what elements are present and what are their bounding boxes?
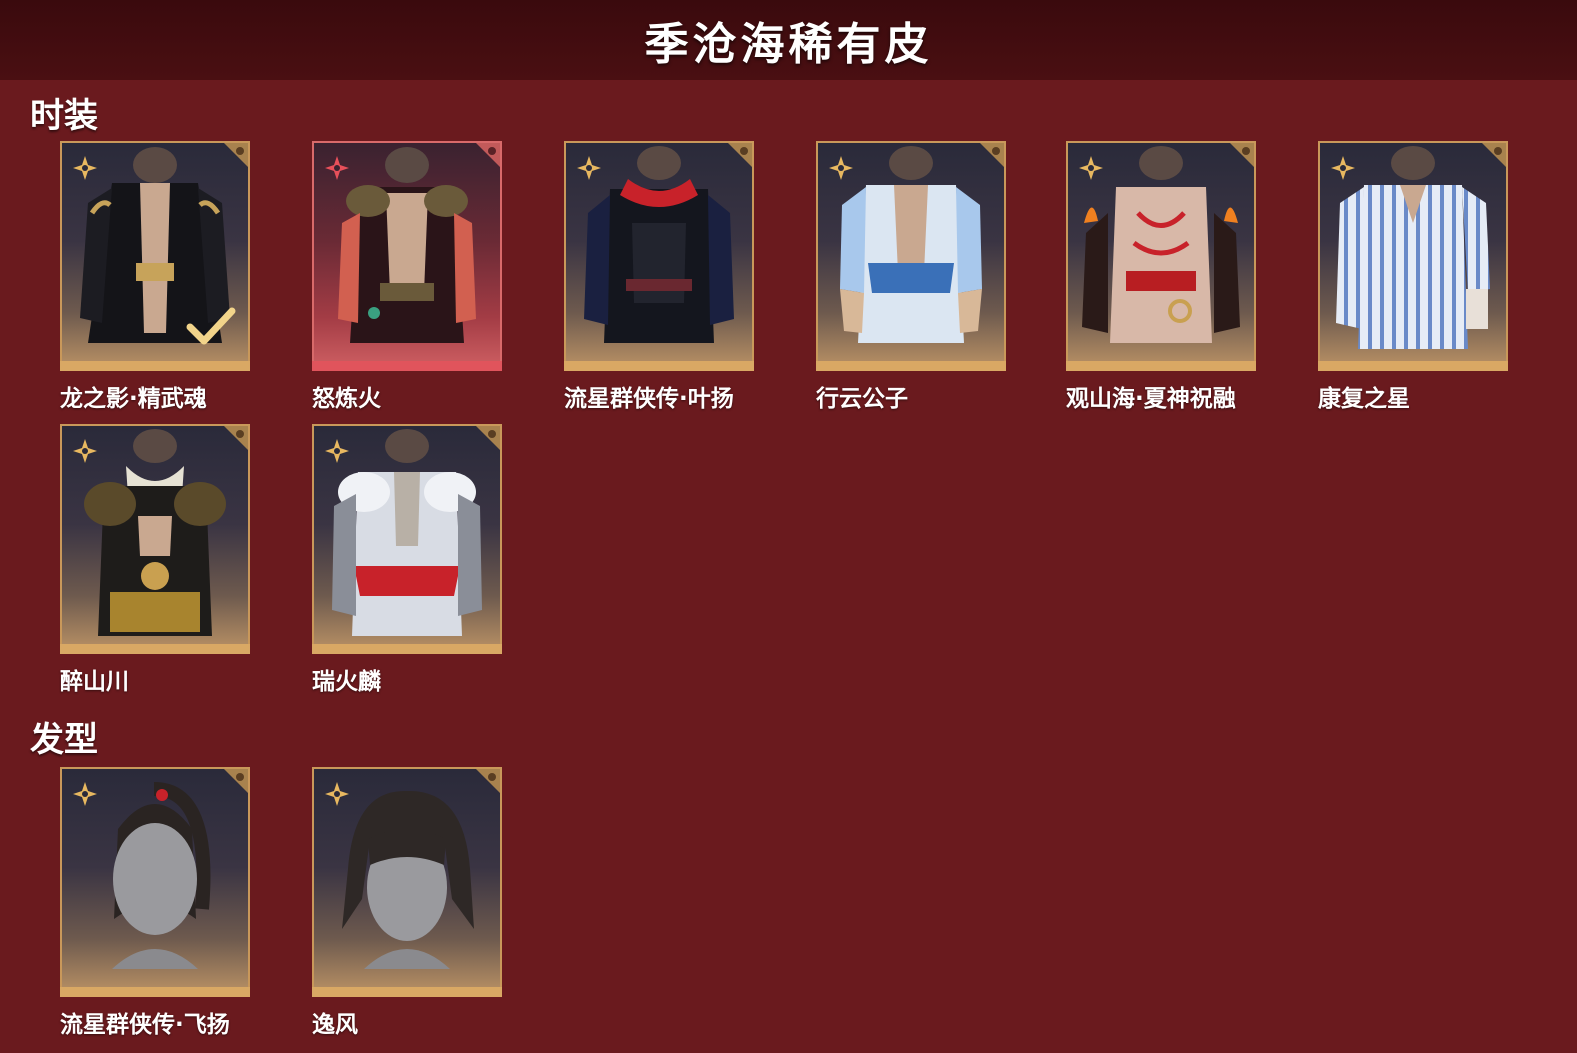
corner-tab-icon	[728, 143, 752, 167]
section-title-outfits: 时装	[30, 96, 98, 136]
item-name: 行云公子	[816, 386, 908, 412]
card-bar	[60, 987, 250, 997]
card-frame	[60, 424, 250, 644]
card-frame	[564, 141, 754, 361]
item-name: 流星群侠传·飞扬	[60, 1012, 230, 1038]
rarity-flower-icon	[73, 782, 97, 806]
card-bar	[1318, 361, 1508, 371]
item-name: 观山海·夏神祝融	[1066, 386, 1236, 412]
corner-tab-icon	[224, 426, 248, 450]
outfit-card[interactable]: 观山海·夏神祝融	[1066, 141, 1256, 413]
outfit-card[interactable]: 醉山川	[60, 424, 250, 696]
card-bar	[564, 361, 754, 371]
outfit-card[interactable]: 行云公子	[816, 141, 1006, 413]
corner-tab-icon	[224, 769, 248, 793]
hairstyle-card[interactable]: 逸风	[312, 767, 502, 1039]
rarity-flower-icon	[325, 439, 349, 463]
card-frame	[60, 141, 250, 361]
outfit-card[interactable]: 龙之影·精武魂	[60, 141, 250, 413]
outfit-card[interactable]: 流星群侠传·叶扬	[564, 141, 754, 413]
card-bar	[1066, 361, 1256, 371]
item-name: 逸风	[312, 1012, 358, 1038]
corner-tab-icon	[980, 143, 1004, 167]
rarity-flower-icon	[577, 156, 601, 180]
card-bar	[816, 361, 1006, 371]
corner-tab-icon	[476, 769, 500, 793]
rarity-flower-icon	[73, 156, 97, 180]
card-frame	[312, 424, 502, 644]
card-frame	[1318, 141, 1508, 361]
card-frame	[312, 141, 502, 361]
card-bar	[312, 361, 502, 371]
item-name: 流星群侠传·叶扬	[564, 386, 734, 412]
corner-tab-icon	[1230, 143, 1254, 167]
header-bar: 季沧海稀有皮	[0, 0, 1577, 80]
item-name: 康复之星	[1318, 386, 1410, 412]
rarity-flower-icon	[1331, 156, 1355, 180]
card-frame	[60, 767, 250, 987]
hairstyle-card[interactable]: 流星群侠传·飞扬	[60, 767, 250, 1039]
check-icon	[186, 307, 236, 345]
item-name: 醉山川	[60, 669, 129, 695]
rarity-flower-icon	[325, 782, 349, 806]
corner-tab-icon	[224, 143, 248, 167]
outfit-card[interactable]: 康复之星	[1318, 141, 1508, 413]
card-bar	[312, 644, 502, 654]
outfit-card[interactable]: 怒炼火	[312, 141, 502, 413]
card-bar	[60, 644, 250, 654]
card-frame	[1066, 141, 1256, 361]
card-frame	[312, 767, 502, 987]
item-name: 瑞火麟	[312, 669, 381, 695]
card-bar	[312, 987, 502, 997]
page-title: 季沧海稀有皮	[644, 19, 933, 70]
rarity-flower-red-icon	[325, 156, 349, 180]
rarity-flower-icon	[1079, 156, 1103, 180]
corner-tab-icon	[476, 143, 500, 167]
card-bar	[60, 361, 250, 371]
item-name: 龙之影·精武魂	[60, 386, 207, 412]
corner-tab-icon	[1482, 143, 1506, 167]
item-name: 怒炼火	[312, 386, 381, 412]
outfit-card[interactable]: 瑞火麟	[312, 424, 502, 696]
rarity-flower-icon	[73, 439, 97, 463]
rarity-flower-icon	[829, 156, 853, 180]
section-title-hairstyles: 发型	[30, 720, 98, 760]
card-frame	[816, 141, 1006, 361]
corner-tab-icon	[476, 426, 500, 450]
